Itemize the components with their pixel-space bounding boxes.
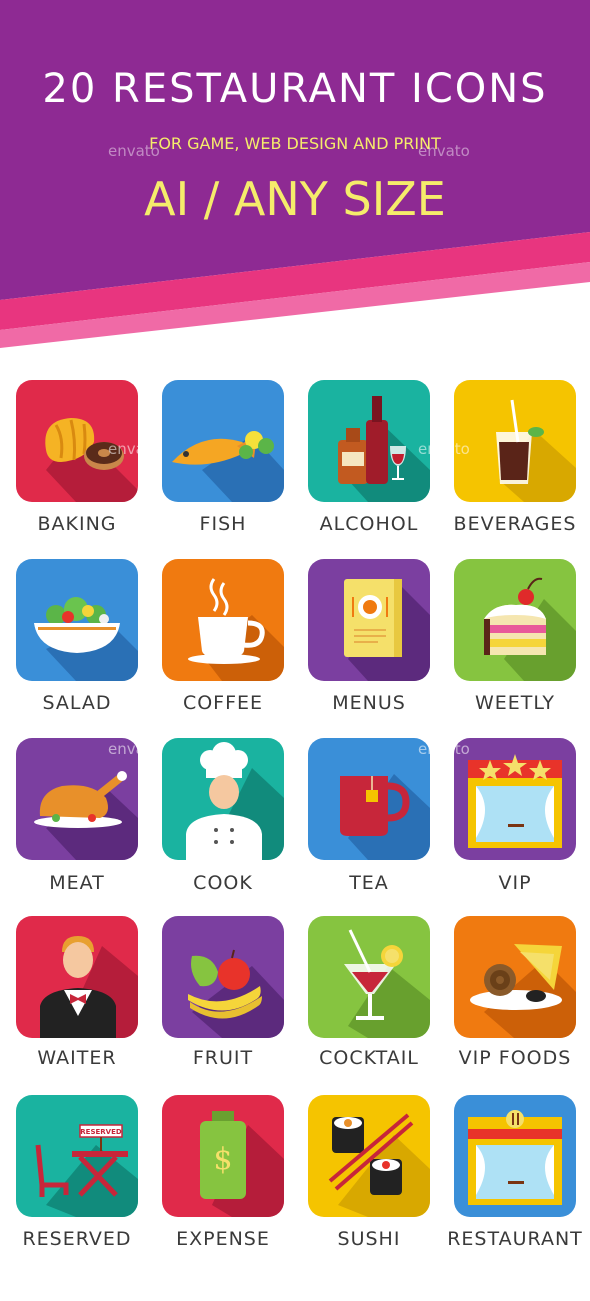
header-banner: 20 RESTAURANT ICONS FOR GAME, WEB DESIGN… xyxy=(0,0,590,350)
fruit-icon xyxy=(162,916,284,1038)
salad-bowl-icon xyxy=(16,559,138,681)
icon-label: MEAT xyxy=(49,872,105,894)
icon-label: COFFEE xyxy=(182,692,264,714)
icon-label: BEVERAGES xyxy=(453,513,577,535)
salad-tile[interactable] xyxy=(16,559,138,681)
watermark: envato xyxy=(108,142,160,160)
alcohol-tile[interactable] xyxy=(308,380,430,502)
icon-label: MENUS xyxy=(332,692,406,714)
icon-label: WEETLY xyxy=(474,692,556,714)
tea-mug-icon xyxy=(308,738,430,860)
page-subtitle: FOR GAME, WEB DESIGN AND PRINT xyxy=(149,134,441,153)
restaurant-icon xyxy=(454,1095,576,1217)
money-jar-icon: $ xyxy=(162,1095,284,1217)
page-title: 20 RESTAURANT ICONS xyxy=(42,66,548,112)
restaurant-tile[interactable] xyxy=(454,1095,576,1217)
icon-label: WAITER xyxy=(37,1047,117,1069)
fruit-tile[interactable] xyxy=(162,916,284,1038)
menu-book-icon xyxy=(308,559,430,681)
expense-tile[interactable]: $ xyxy=(162,1095,284,1217)
icon-label: FRUIT xyxy=(192,1047,254,1069)
cocktail-icon xyxy=(308,916,430,1038)
size-caption: AI / ANY SIZE xyxy=(144,172,446,226)
coffee-tile[interactable] xyxy=(162,559,284,681)
vip-foods-icon xyxy=(454,916,576,1038)
sushi-icon xyxy=(308,1095,430,1217)
icon-label: ALCOHOL xyxy=(319,513,419,535)
watermark: envato xyxy=(108,740,160,758)
icon-label: RESTAURANT xyxy=(447,1228,583,1250)
cake-icon xyxy=(454,559,576,681)
bottles-icon xyxy=(308,380,430,502)
vip-restaurant-icon xyxy=(454,738,576,860)
fish-icon xyxy=(162,380,284,502)
icon-label: TEA xyxy=(349,872,389,894)
icon-label: SUSHI xyxy=(337,1228,401,1250)
sushi-tile[interactable] xyxy=(308,1095,430,1217)
cocktail-tile[interactable] xyxy=(308,916,430,1038)
menus-tile[interactable] xyxy=(308,559,430,681)
icon-label: SALAD xyxy=(42,692,112,714)
icon-label: VIP FOODS xyxy=(458,1047,572,1069)
watermark: envato xyxy=(108,440,160,458)
icon-label: RESERVED xyxy=(22,1228,132,1250)
waiter-tile[interactable] xyxy=(16,916,138,1038)
icon-label: VIP xyxy=(498,872,532,894)
watermark: envato xyxy=(418,740,470,758)
fish-tile[interactable] xyxy=(162,380,284,502)
dollar-sign: $ xyxy=(213,1142,232,1177)
icon-label: COCKTAIL xyxy=(319,1047,419,1069)
icon-label: COOK xyxy=(193,872,253,894)
icon-label: BAKING xyxy=(37,513,117,535)
watermark: envato xyxy=(418,142,470,160)
vip-tile[interactable] xyxy=(454,738,576,860)
icon-label: EXPENSE xyxy=(176,1228,270,1250)
tea-tile[interactable] xyxy=(308,738,430,860)
weetly-tile[interactable] xyxy=(454,559,576,681)
icon-label: FISH xyxy=(199,513,247,535)
waiter-icon xyxy=(16,916,138,1038)
soda-glass-icon xyxy=(454,380,576,502)
vip-foods-tile[interactable] xyxy=(454,916,576,1038)
beverages-tile[interactable] xyxy=(454,380,576,502)
chef-icon xyxy=(162,738,284,860)
watermark: envato xyxy=(418,440,470,458)
reserved-sign-text: RESERVED xyxy=(80,1128,122,1136)
cook-tile[interactable] xyxy=(162,738,284,860)
reserved-tile[interactable]: RESERVED xyxy=(16,1095,138,1217)
reserved-table-icon: RESERVED xyxy=(16,1095,138,1217)
coffee-cup-icon xyxy=(162,559,284,681)
